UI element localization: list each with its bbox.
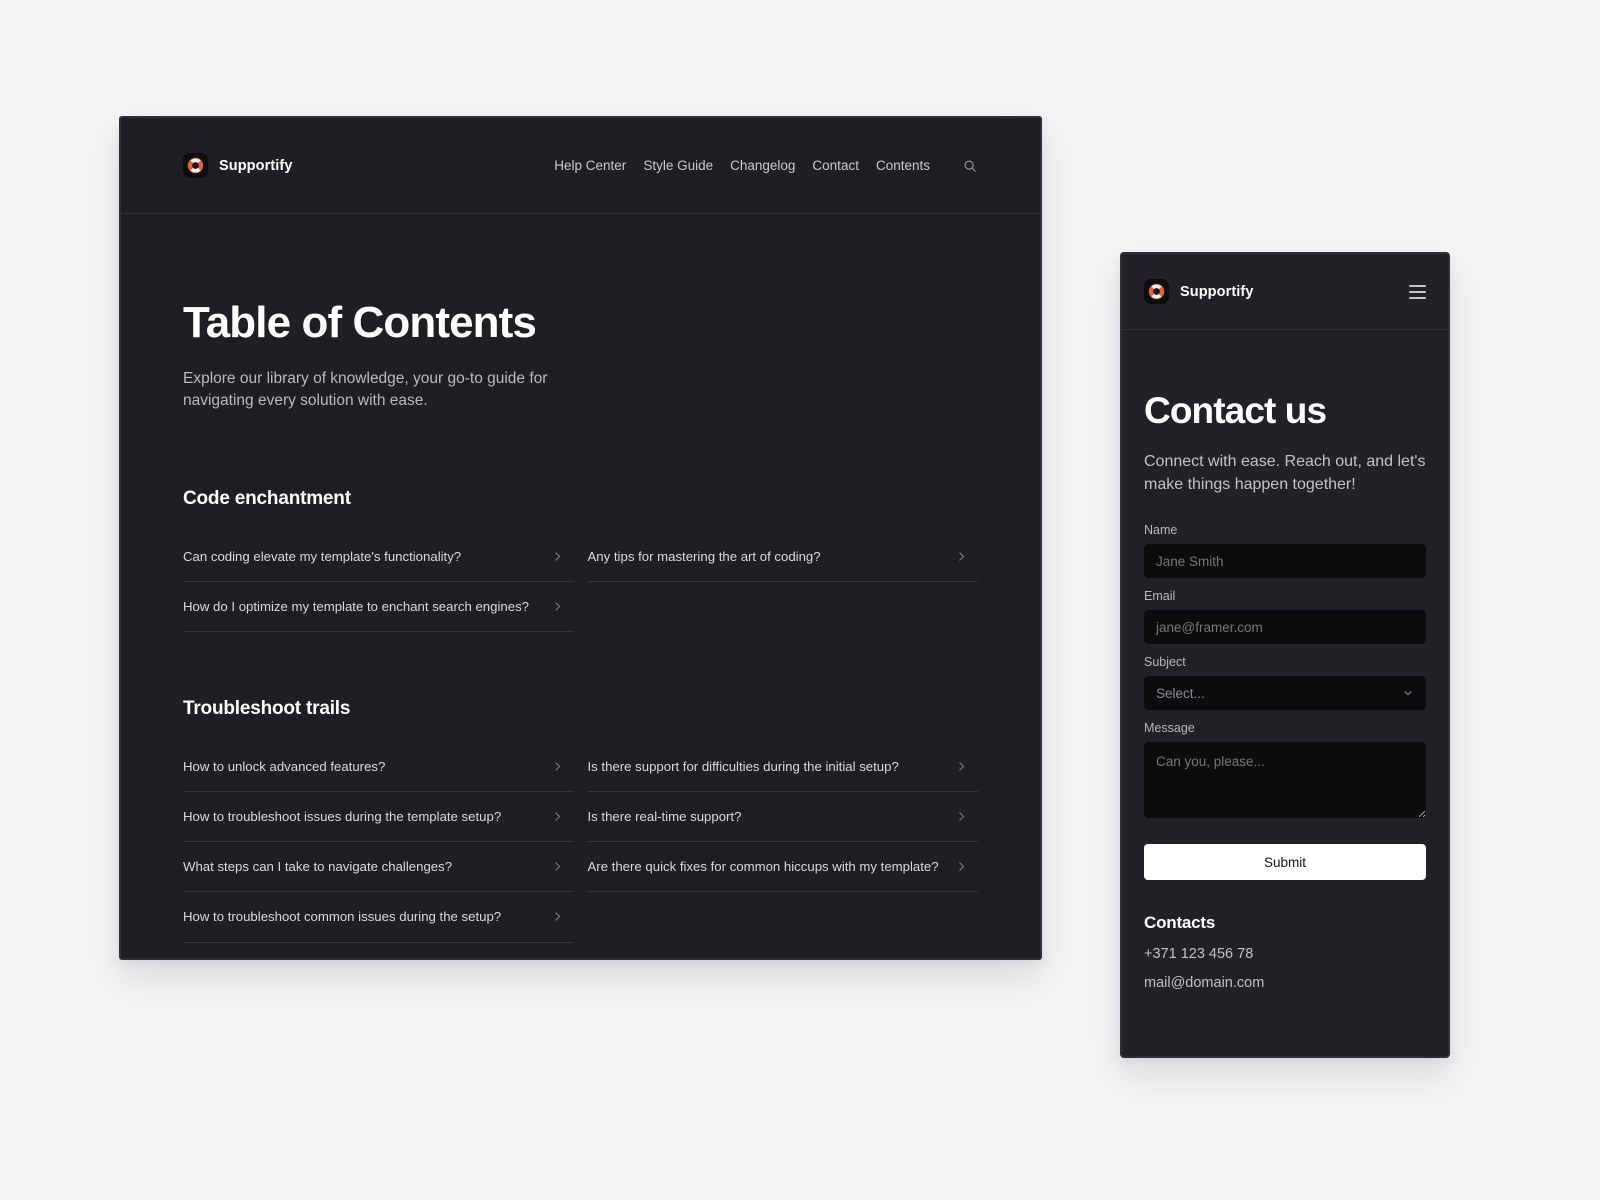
contact-email[interactable]: mail@domain.com [1144,975,1426,991]
desktop-preview-panel: Supportify Help Center Style Guide Chang… [119,116,1042,960]
field-message: Message [1144,721,1426,819]
section-title: Troubleshoot trails [183,697,351,719]
mobile-content: Contact us Connect with ease. Reach out,… [1122,330,1448,991]
chevron-right-icon [551,910,564,923]
email-input[interactable] [1144,610,1426,645]
lifebuoy-icon [1144,279,1169,304]
nav-link-help-center[interactable]: Help Center [554,158,626,173]
faq-item-label: Can coding elevate my template's functio… [183,548,462,564]
lifebuoy-icon [183,153,208,178]
chevron-right-icon [955,550,968,563]
contact-page-subtitle: Connect with ease. Reach out, and let's … [1144,452,1426,494]
section-title: Code enchantment [183,487,351,509]
name-label: Name [1144,523,1178,538]
faq-item[interactable]: Can coding elevate my template's functio… [183,532,574,582]
contact-page-title: Contact us [1144,390,1327,431]
mobile-preview-panel: Supportify Contact us Connect with ease.… [1120,252,1450,1058]
page-title: Table of Contents [183,298,537,347]
faq-column-left: How to unlock advanced features? How to t… [183,742,574,943]
faq-item-label: Is there real-time support? [587,809,742,825]
faq-item[interactable]: Is there support for difficulties during… [587,742,978,793]
page-subtitle: Explore our library of knowledge, your g… [183,369,548,409]
chevron-right-icon [955,860,968,873]
faq-item[interactable]: How to unlock advanced features? [183,742,574,793]
chevron-down-icon [1402,687,1414,699]
faq-item-label: Are there quick fixes for common hiccups… [587,859,939,875]
primary-nav: Help Center Style Guide Changelog Contac… [554,157,978,174]
field-email: Email [1144,589,1426,645]
section-troubleshoot-trails: Troubleshoot trails How to unlock advanc… [183,698,978,943]
chevron-right-icon [551,550,564,563]
nav-link-changelog[interactable]: Changelog [730,158,795,173]
nav-link-contact[interactable]: Contact [812,158,859,173]
contacts-block: Contacts +371 123 456 78 mail@domain.com [1144,913,1426,991]
contact-phone[interactable]: +371 123 456 78 [1144,946,1426,962]
faq-item[interactable]: What steps can I take to navigate challe… [183,842,574,893]
brand-name: Supportify [1180,283,1254,300]
hamburger-menu-icon[interactable] [1409,281,1426,303]
nav-link-contents[interactable]: Contents [876,158,930,173]
brand-name: Supportify [219,157,293,174]
contacts-title: Contacts [1144,913,1216,933]
message-label: Message [1144,721,1195,736]
desktop-content: Table of Contents Explore our library of… [121,214,1040,943]
chevron-right-icon [551,860,564,873]
subject-label: Subject [1144,655,1186,670]
brand-logo[interactable]: Supportify [183,153,293,178]
faq-column-right: Any tips for mastering the art of coding… [587,532,978,632]
faq-item-label: What steps can I take to navigate challe… [183,859,453,875]
field-name: Name [1144,523,1426,579]
email-label: Email [1144,589,1176,604]
faq-column-right: Is there support for difficulties during… [587,742,978,943]
desktop-navbar: Supportify Help Center Style Guide Chang… [121,118,1040,214]
brand-logo[interactable]: Supportify [1144,279,1254,304]
faq-item[interactable]: How to troubleshoot issues during the te… [183,792,574,843]
faq-item-label: How do I optimize my template to enchant… [183,598,529,614]
faq-item[interactable]: How do I optimize my template to enchant… [183,582,574,632]
faq-item[interactable]: Any tips for mastering the art of coding… [587,532,978,582]
section-code-enchantment: Code enchantment Can coding elevate my t… [183,488,978,632]
faq-item-label: How to unlock advanced features? [183,758,386,774]
faq-item-label: How to troubleshoot issues during the te… [183,809,502,825]
faq-column-left: Can coding elevate my template's functio… [183,532,574,632]
subject-select[interactable]: Select... [1144,676,1426,711]
subject-select-value: Select... [1156,685,1205,701]
mobile-navbar: Supportify [1122,254,1448,330]
chevron-right-icon [551,760,564,773]
chevron-right-icon [955,760,968,773]
faq-item[interactable]: How to troubleshoot common issues during… [183,892,574,943]
faq-item-label: Is there support for difficulties during… [587,758,899,774]
chevron-right-icon [551,810,564,823]
faq-item-label: Any tips for mastering the art of coding… [587,548,821,564]
submit-button[interactable]: Submit [1144,844,1426,881]
faq-item[interactable]: Is there real-time support? [587,792,978,843]
faq-grid: Can coding elevate my template's functio… [183,532,978,632]
faq-grid: How to unlock advanced features? How to t… [183,742,978,943]
field-subject: Subject Select... [1144,655,1426,711]
name-input[interactable] [1144,544,1426,579]
message-textarea[interactable] [1144,742,1426,819]
contact-form: Name Email Subject Select... [1144,523,1426,881]
chevron-right-icon [551,600,564,613]
screen: Supportify Help Center Style Guide Chang… [0,0,1600,1200]
chevron-right-icon [955,810,968,823]
search-icon[interactable] [961,157,978,174]
nav-link-style-guide[interactable]: Style Guide [643,158,713,173]
faq-item[interactable]: Are there quick fixes for common hiccups… [587,842,978,893]
faq-item-label: How to troubleshoot common issues during… [183,909,502,925]
